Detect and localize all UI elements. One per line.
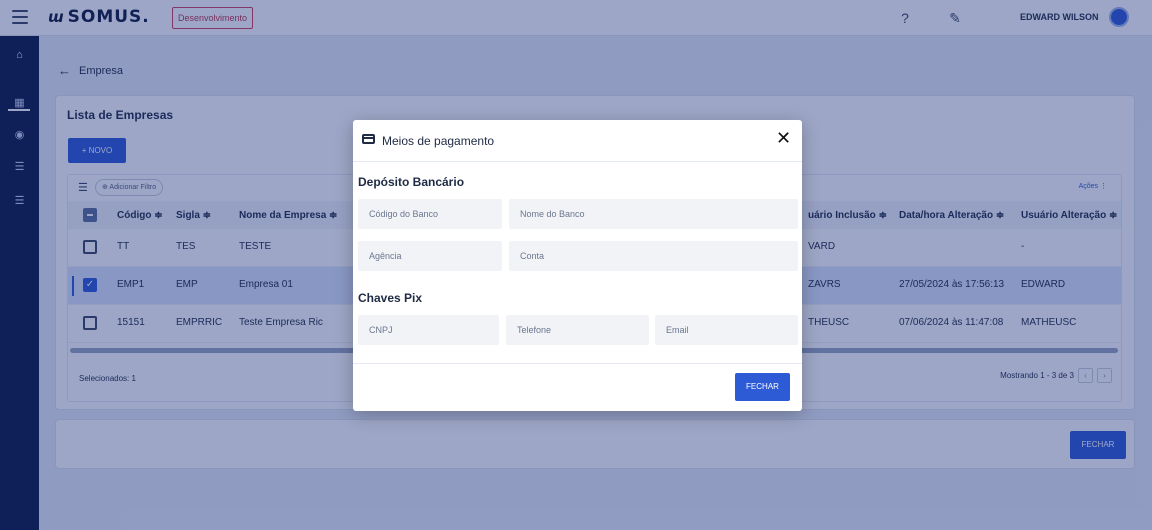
modal-title: Meios de pagamento	[382, 134, 495, 148]
phone-field[interactable]: Telefone	[506, 315, 649, 345]
close-icon[interactable]: ✕	[776, 129, 791, 149]
email-field[interactable]: Email	[655, 315, 798, 345]
close-modal-button[interactable]: FECHAR	[735, 373, 790, 401]
agency-field[interactable]: Agência	[358, 241, 502, 271]
bank-name-field[interactable]: Nome do Banco	[509, 199, 798, 229]
modal-footer-divider	[353, 363, 802, 364]
bank-code-field[interactable]: Código do Banco	[358, 199, 502, 229]
bank-deposit-section-title: Depósito Bancário	[358, 175, 465, 189]
payment-methods-modal: Meios de pagamento ✕ Depósito Bancário C…	[353, 120, 802, 411]
account-field[interactable]: Conta	[509, 241, 798, 271]
pix-keys-section-title: Chaves Pix	[358, 291, 423, 305]
modal-header: Meios de pagamento ✕	[353, 120, 802, 162]
cnpj-field[interactable]: CNPJ	[358, 315, 499, 345]
payment-card-icon	[362, 134, 375, 144]
